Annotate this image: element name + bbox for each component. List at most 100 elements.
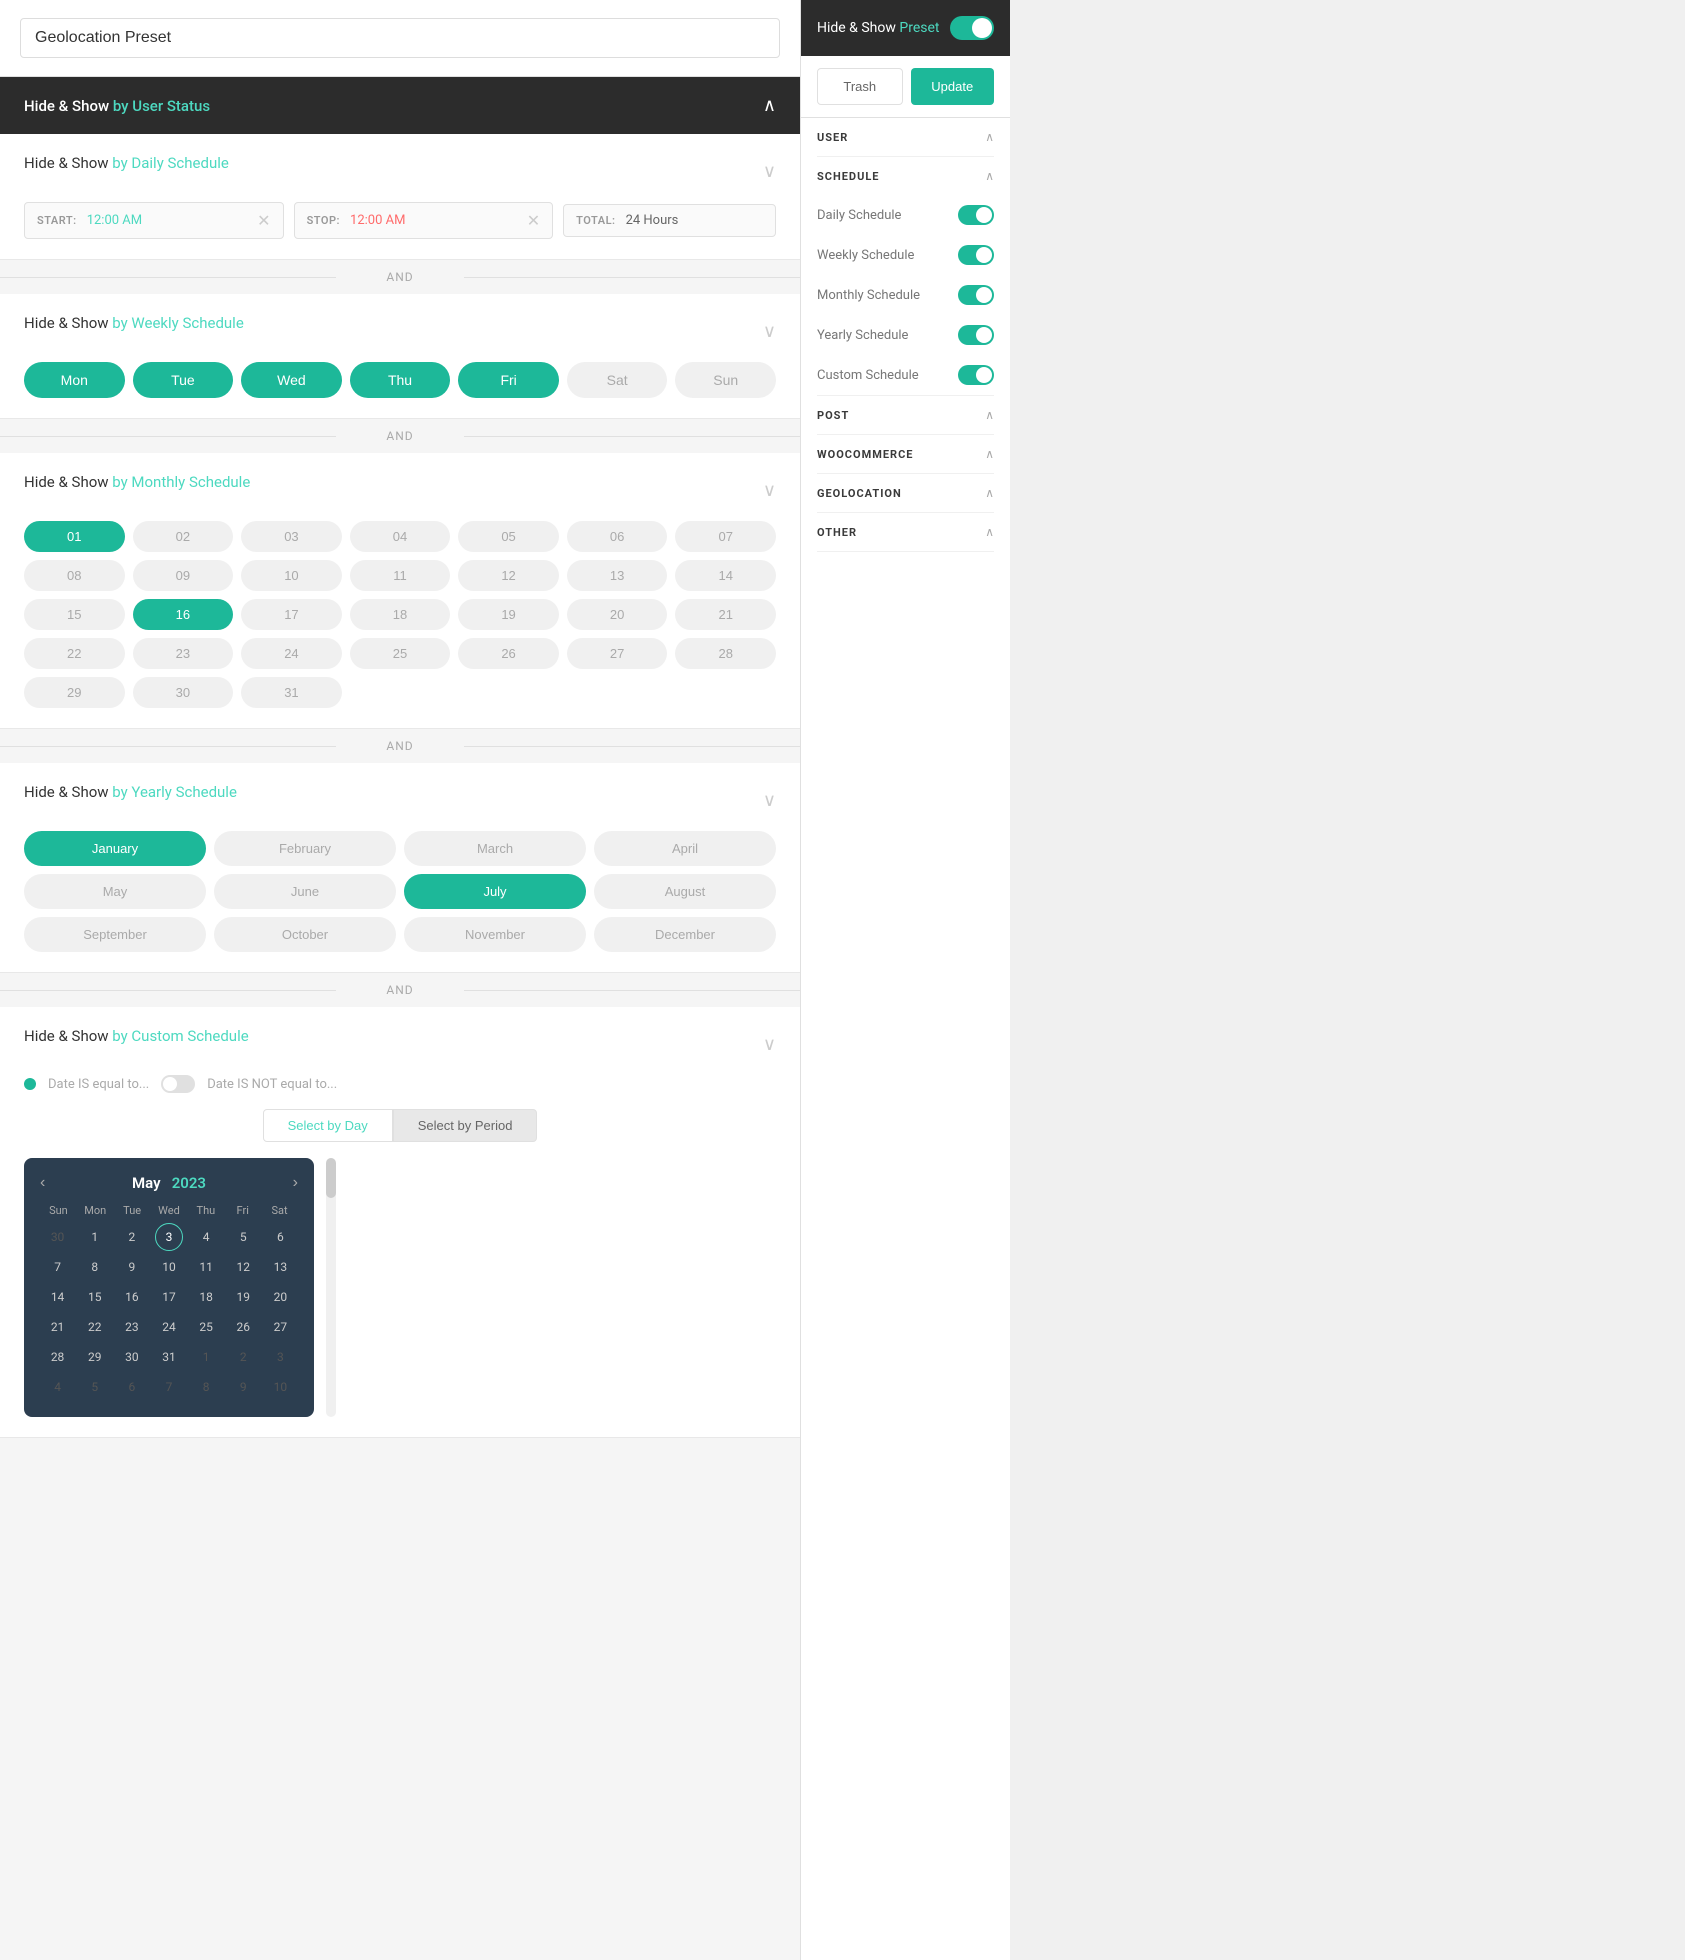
cal-cell-13[interactable]: 13 (266, 1253, 294, 1281)
month-day-btn-07[interactable]: 07 (675, 521, 776, 552)
cal-cell-5[interactable]: 5 (81, 1373, 109, 1401)
cal-cell-26[interactable]: 26 (229, 1313, 257, 1341)
month-day-btn-28[interactable]: 28 (675, 638, 776, 669)
cal-cell-3[interactable]: 3 (155, 1223, 183, 1251)
cal-cell-25[interactable]: 25 (192, 1313, 220, 1341)
cal-cell-3[interactable]: 3 (266, 1343, 294, 1371)
nav-item-toggle-weekly-schedule[interactable] (958, 245, 994, 265)
cal-cell-12[interactable]: 12 (229, 1253, 257, 1281)
nav-section-post[interactable]: POST∧ (801, 396, 1010, 434)
cal-cell-9[interactable]: 9 (118, 1253, 146, 1281)
cal-cell-28[interactable]: 28 (44, 1343, 72, 1371)
nav-section-other[interactable]: OTHER∧ (801, 513, 1010, 551)
calendar-scrollbar[interactable] (326, 1158, 336, 1417)
cal-cell-15[interactable]: 15 (81, 1283, 109, 1311)
year-month-btn-september[interactable]: September (24, 917, 206, 952)
day-btn-fri[interactable]: Fri (458, 362, 559, 398)
month-day-btn-25[interactable]: 25 (350, 638, 451, 669)
month-day-btn-16[interactable]: 16 (133, 599, 234, 630)
cal-cell-16[interactable]: 16 (118, 1283, 146, 1311)
year-month-btn-november[interactable]: November (404, 917, 586, 952)
cal-cell-6[interactable]: 6 (266, 1223, 294, 1251)
select-by-period-tab[interactable]: Select by Period (393, 1109, 538, 1142)
cal-cell-30[interactable]: 30 (44, 1223, 72, 1251)
cal-cell-10[interactable]: 10 (155, 1253, 183, 1281)
cal-cell-14[interactable]: 14 (44, 1283, 72, 1311)
start-time-field[interactable]: START: 12:00 AM ✕ (24, 202, 284, 239)
year-month-btn-may[interactable]: May (24, 874, 206, 909)
day-btn-wed[interactable]: Wed (241, 362, 342, 398)
cal-cell-29[interactable]: 29 (81, 1343, 109, 1371)
year-month-btn-july[interactable]: July (404, 874, 586, 909)
month-day-btn-10[interactable]: 10 (241, 560, 342, 591)
year-month-btn-august[interactable]: August (594, 874, 776, 909)
start-clear-icon[interactable]: ✕ (257, 211, 270, 230)
cal-prev-button[interactable]: ‹ (40, 1174, 45, 1192)
cal-cell-10[interactable]: 10 (266, 1373, 294, 1401)
stop-time-field[interactable]: STOP: 12:00 AM ✕ (294, 202, 554, 239)
update-button[interactable]: Update (911, 68, 995, 105)
cal-cell-20[interactable]: 20 (266, 1283, 294, 1311)
cal-cell-2[interactable]: 2 (229, 1343, 257, 1371)
cal-cell-5[interactable]: 5 (229, 1223, 257, 1251)
date-equal-toggle[interactable] (161, 1075, 195, 1093)
cal-cell-23[interactable]: 23 (118, 1313, 146, 1341)
month-day-btn-23[interactable]: 23 (133, 638, 234, 669)
day-btn-tue[interactable]: Tue (133, 362, 234, 398)
month-day-btn-27[interactable]: 27 (567, 638, 668, 669)
cal-next-button[interactable]: › (293, 1174, 298, 1192)
month-day-btn-24[interactable]: 24 (241, 638, 342, 669)
user-status-section-header[interactable]: Hide & Show by User Status ∧ (0, 77, 800, 134)
calendar-scrollbar-thumb[interactable] (326, 1158, 336, 1198)
day-btn-mon[interactable]: Mon (24, 362, 125, 398)
nav-section-woocommerce[interactable]: WOOCOMMERCE∧ (801, 435, 1010, 473)
nav-item-toggle-yearly-schedule[interactable] (958, 325, 994, 345)
month-day-btn-22[interactable]: 22 (24, 638, 125, 669)
month-day-btn-26[interactable]: 26 (458, 638, 559, 669)
year-month-btn-march[interactable]: March (404, 831, 586, 866)
yearly-schedule-collapse-icon[interactable]: ∨ (763, 790, 776, 811)
year-month-btn-february[interactable]: February (214, 831, 396, 866)
month-day-btn-13[interactable]: 13 (567, 560, 668, 591)
cal-cell-31[interactable]: 31 (155, 1343, 183, 1371)
cal-cell-1[interactable]: 1 (192, 1343, 220, 1371)
cal-cell-21[interactable]: 21 (44, 1313, 72, 1341)
month-day-btn-18[interactable]: 18 (350, 599, 451, 630)
preset-title-input[interactable] (20, 18, 780, 58)
month-day-btn-11[interactable]: 11 (350, 560, 451, 591)
cal-cell-4[interactable]: 4 (44, 1373, 72, 1401)
month-day-btn-15[interactable]: 15 (24, 599, 125, 630)
cal-cell-2[interactable]: 2 (118, 1223, 146, 1251)
nav-item-toggle-monthly-schedule[interactable] (958, 285, 994, 305)
month-day-btn-12[interactable]: 12 (458, 560, 559, 591)
month-day-btn-03[interactable]: 03 (241, 521, 342, 552)
year-month-btn-april[interactable]: April (594, 831, 776, 866)
year-month-btn-october[interactable]: October (214, 917, 396, 952)
month-day-btn-17[interactable]: 17 (241, 599, 342, 630)
month-day-btn-19[interactable]: 19 (458, 599, 559, 630)
month-day-btn-21[interactable]: 21 (675, 599, 776, 630)
year-month-btn-january[interactable]: January (24, 831, 206, 866)
cal-cell-11[interactable]: 11 (192, 1253, 220, 1281)
year-month-btn-june[interactable]: June (214, 874, 396, 909)
month-day-btn-30[interactable]: 30 (133, 677, 234, 708)
nav-section-geolocation[interactable]: GEOLOCATION∧ (801, 474, 1010, 512)
cal-cell-19[interactable]: 19 (229, 1283, 257, 1311)
month-day-btn-05[interactable]: 05 (458, 521, 559, 552)
cal-cell-7[interactable]: 7 (155, 1373, 183, 1401)
day-btn-sun[interactable]: Sun (675, 362, 776, 398)
cal-cell-18[interactable]: 18 (192, 1283, 220, 1311)
month-day-btn-01[interactable]: 01 (24, 521, 125, 552)
stop-clear-icon[interactable]: ✕ (527, 211, 540, 230)
year-month-btn-december[interactable]: December (594, 917, 776, 952)
nav-item-toggle-daily-schedule[interactable] (958, 205, 994, 225)
cal-cell-8[interactable]: 8 (81, 1253, 109, 1281)
month-day-btn-06[interactable]: 06 (567, 521, 668, 552)
preset-toggle-switch[interactable] (950, 16, 994, 40)
month-day-btn-14[interactable]: 14 (675, 560, 776, 591)
cal-cell-24[interactable]: 24 (155, 1313, 183, 1341)
day-btn-thu[interactable]: Thu (350, 362, 451, 398)
day-btn-sat[interactable]: Sat (567, 362, 668, 398)
monthly-schedule-collapse-icon[interactable]: ∨ (763, 480, 776, 501)
cal-cell-22[interactable]: 22 (81, 1313, 109, 1341)
